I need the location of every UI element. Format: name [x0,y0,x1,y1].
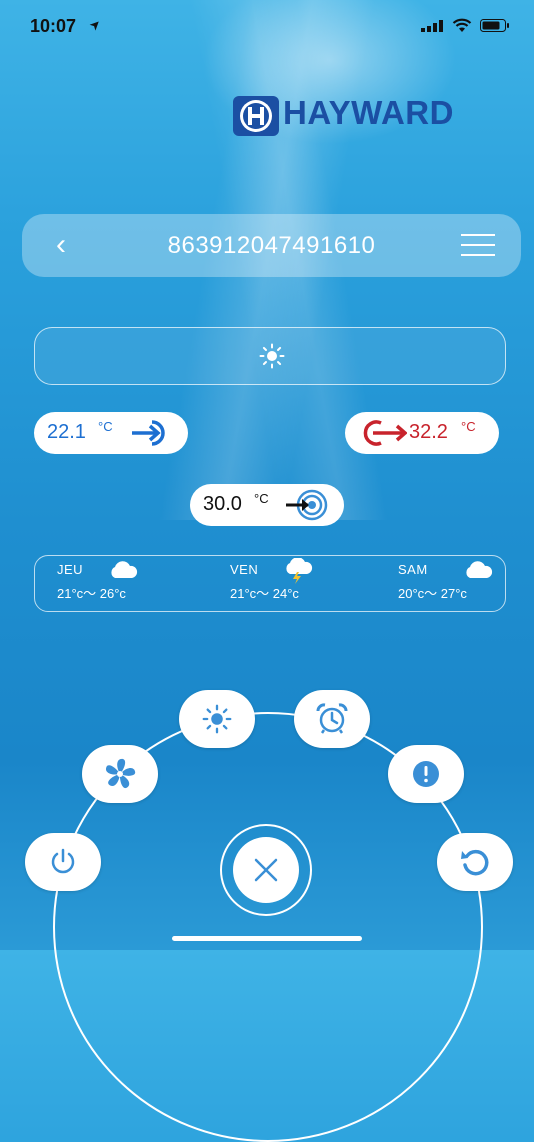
outlet-temp-value: 32.2 [409,421,448,443]
inlet-temp-value: 22.1 [47,421,86,443]
fan-button[interactable] [82,745,158,803]
setpoint-temp-unit: °C [254,491,269,506]
water-outlet-icon [363,420,407,446]
weather-forecast: JEU 21°c～ 26°c VEN 21°c～ 24°c SAM 20°c～ … [34,555,506,612]
forecast-day-name: SAM [398,562,428,577]
storm-icon [286,558,313,584]
setpoint-temperature[interactable]: 30.0 °C [190,484,344,526]
outlet-temp-unit: °C [461,419,476,434]
brand-name: HAYWARD [283,94,454,131]
close-icon [254,858,278,882]
menu-button[interactable] [461,234,495,258]
sun-icon [259,343,285,369]
header-bar: ‹ 863912047491610 [22,214,521,277]
battery-icon [480,19,509,32]
cloud-icon [111,561,138,578]
inlet-temperature: 22.1 °C [34,412,188,454]
close-button[interactable] [220,824,312,916]
refresh-icon [461,849,489,876]
power-button[interactable] [25,833,101,891]
power-icon [51,848,75,874]
hayward-logo: HAYWARD [233,94,523,136]
alarm-button[interactable] [388,745,464,803]
forecast-range: 21°c～ 26°c [57,586,126,601]
hayward-h-emblem-icon [233,96,279,136]
forecast-range: 21°c～ 24°c [230,586,299,601]
close-button-face [233,837,299,903]
menu-line [461,244,495,246]
target-temperature-icon [286,489,328,521]
home-indicator[interactable] [172,936,362,941]
forecast-day: VEN 21°c～ 24°c [230,558,313,602]
menu-line [461,254,495,256]
mode-display [34,327,506,385]
forecast-range: 20°c～ 27°c [398,586,467,601]
alert-icon [413,761,439,787]
refresh-button[interactable] [437,833,513,891]
forecast-day: SAM 20°c～ 27°c [398,561,493,602]
heating-mode-button[interactable] [179,690,255,748]
cloud-icon [466,561,493,578]
timer-button[interactable] [294,690,370,748]
inlet-temp-unit: °C [98,419,113,434]
location-arrow-icon: ➤ [85,15,105,34]
menu-line [461,234,495,236]
sun-icon [202,704,232,734]
forecast-day: JEU 21°c～ 26°c [57,561,138,602]
wifi-icon [452,18,472,32]
setpoint-temp-value: 30.0 [203,493,242,515]
signal-icon [421,20,443,32]
device-id: 863912047491610 [167,232,376,259]
alarm-clock-icon [316,703,348,734]
status-time: 10:07 [30,16,77,36]
status-bar: 10:07 ➤ [0,0,534,50]
water-inlet-icon [132,420,165,446]
outlet-temperature: 32.2 °C [345,412,499,454]
fan-icon [106,758,136,789]
